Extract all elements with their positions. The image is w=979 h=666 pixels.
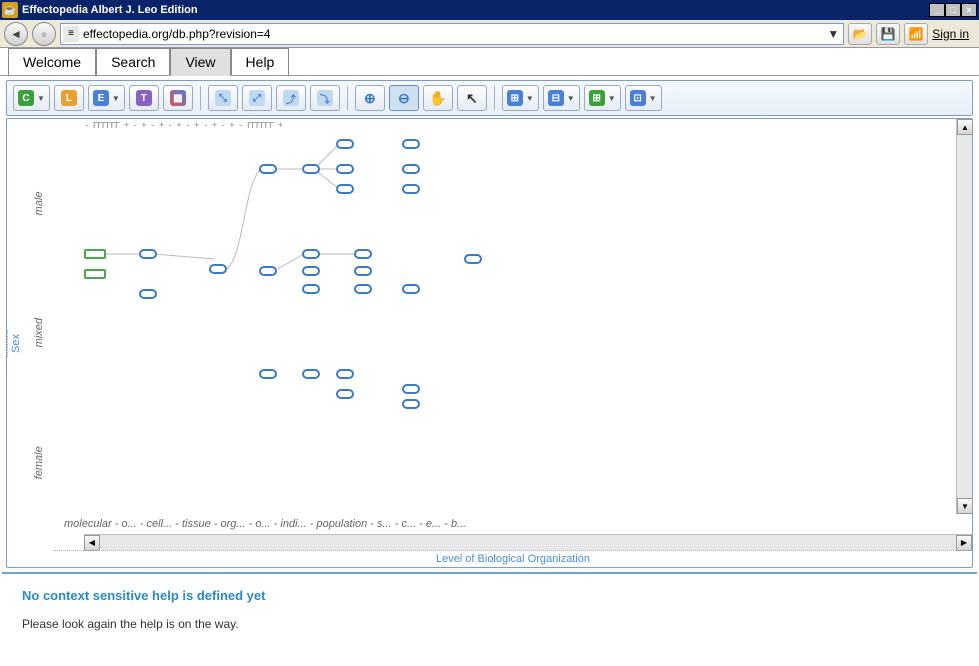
- forward-button[interactable]: ●: [32, 22, 56, 46]
- tool-e-button[interactable]: E▼: [88, 85, 125, 111]
- save-button[interactable]: 💾: [876, 23, 900, 45]
- diagram-node[interactable]: [464, 254, 482, 264]
- layout3-button[interactable]: ⊞▼: [584, 85, 621, 111]
- tool-t-button[interactable]: T: [129, 85, 159, 111]
- tool-c-button[interactable]: C▼: [13, 85, 50, 111]
- back-button[interactable]: ◄: [4, 22, 28, 46]
- window-title: Effectopedia Albert J. Leo Edition: [22, 4, 198, 16]
- diagram-node[interactable]: [259, 164, 277, 174]
- cursor-button[interactable]: ↖: [457, 85, 487, 111]
- tool-expand1-button[interactable]: ⤡: [208, 85, 238, 111]
- layout4-button[interactable]: ⊡▼: [625, 85, 662, 111]
- main-tabs: Welcome Search View Help: [0, 48, 979, 76]
- y-axis-ticks: male mixed female: [24, 119, 54, 567]
- diagram-node[interactable]: [402, 184, 420, 194]
- scroll-up-button[interactable]: ▲: [957, 119, 973, 135]
- diagram-node[interactable]: [259, 369, 277, 379]
- zoom-in-button[interactable]: ⊕: [355, 85, 385, 111]
- maximize-button[interactable]: □: [945, 3, 961, 17]
- diagram-node[interactable]: [259, 266, 277, 276]
- page-icon: ≡: [63, 26, 79, 42]
- scroll-right-button[interactable]: ▶: [956, 535, 972, 551]
- diagram-node[interactable]: [302, 249, 320, 259]
- scroll-down-button[interactable]: ▼: [957, 498, 973, 514]
- tool-l-button[interactable]: L: [54, 85, 84, 111]
- diagram-node[interactable]: [336, 389, 354, 399]
- ytick-female: female: [26, 398, 52, 527]
- tab-search[interactable]: Search: [96, 48, 170, 75]
- tool-expand4-button[interactable]: ⤵: [310, 85, 340, 111]
- diagram-node[interactable]: [139, 289, 157, 299]
- tool-expand3-button[interactable]: ⤴: [276, 85, 306, 111]
- layout1-button[interactable]: ⊞▼: [502, 85, 539, 111]
- diagram-node[interactable]: [402, 164, 420, 174]
- diagram-canvas[interactable]: - ГГГГГГ + - + - + - + - + - + - + - ГГГ…: [54, 119, 956, 514]
- app-icon: ☕: [2, 2, 18, 18]
- url-input[interactable]: [83, 27, 825, 41]
- tool-grid-button[interactable]: ▦: [163, 85, 193, 111]
- ytick-mixed: mixed: [26, 268, 52, 397]
- zoom-out-button[interactable]: ⊖: [389, 85, 419, 111]
- view-toolbar: C▼ L E▼ T ▦ ⤡ ⤢ ⤴ ⤵ ⊕ ⊖ ✋ ↖ ⊞▼ ⊟▼ ⊞▼ ⊡▼: [6, 80, 973, 116]
- tab-welcome[interactable]: Welcome: [8, 48, 96, 75]
- diagram-node[interactable]: [302, 266, 320, 276]
- minimize-button[interactable]: _: [929, 3, 945, 17]
- diagram-node[interactable]: [139, 249, 157, 259]
- url-field-wrap: ≡ ▼: [60, 23, 844, 45]
- diagram-node[interactable]: [354, 284, 372, 294]
- help-panel: No context sensitive help is defined yet…: [2, 572, 977, 664]
- diagram-node[interactable]: [336, 139, 354, 149]
- address-bar: ◄ ● ≡ ▼ 📂 💾 📶 Sign in: [0, 20, 979, 48]
- diagram-workspace: Sex male mixed female - ГГГГГГ + - + - +…: [6, 118, 973, 568]
- x-axis-label: Level of Biological Organization: [54, 550, 972, 567]
- diagram-node[interactable]: [84, 249, 106, 259]
- horizontal-scrollbar[interactable]: ◀ ▶: [84, 534, 972, 550]
- diagram-node[interactable]: [336, 164, 354, 174]
- top-ruler: - ГГГГГГ + - + - + - + - + - + - + - ГГГ…: [54, 121, 940, 133]
- y-axis-label: Sex: [7, 330, 24, 357]
- tab-help[interactable]: Help: [231, 48, 290, 75]
- layout2-button[interactable]: ⊟▼: [543, 85, 580, 111]
- diagram-node[interactable]: [302, 284, 320, 294]
- x-axis-ticks: molecular - o... - cell... - tissue - or…: [54, 514, 972, 534]
- diagram-node[interactable]: [402, 284, 420, 294]
- diagram-node[interactable]: [354, 266, 372, 276]
- window-titlebar: ☕ Effectopedia Albert J. Leo Edition _ □…: [0, 0, 979, 20]
- help-text: Please look again the help is on the way…: [22, 617, 957, 631]
- tab-view[interactable]: View: [170, 48, 230, 76]
- diagram-node[interactable]: [354, 249, 372, 259]
- diagram-node[interactable]: [336, 369, 354, 379]
- broadcast-button[interactable]: 📶: [904, 23, 928, 45]
- open-folder-button[interactable]: 📂: [848, 23, 872, 45]
- signin-link[interactable]: Sign in: [932, 27, 969, 41]
- help-title: No context sensitive help is defined yet: [22, 588, 957, 603]
- close-button[interactable]: ×: [961, 3, 977, 17]
- vertical-scrollbar[interactable]: ▲ ▼: [956, 119, 972, 514]
- diagram-node[interactable]: [402, 384, 420, 394]
- ytick-male: male: [26, 139, 52, 268]
- pan-button[interactable]: ✋: [423, 85, 453, 111]
- scroll-left-button[interactable]: ◀: [84, 535, 100, 551]
- diagram-node[interactable]: [336, 184, 354, 194]
- diagram-node[interactable]: [302, 164, 320, 174]
- diagram-node[interactable]: [302, 369, 320, 379]
- diagram-node[interactable]: [84, 269, 106, 279]
- url-dropdown[interactable]: ▼: [825, 27, 841, 41]
- tool-expand2-button[interactable]: ⤢: [242, 85, 272, 111]
- diagram-node[interactable]: [402, 139, 420, 149]
- diagram-node[interactable]: [209, 264, 227, 274]
- diagram-node[interactable]: [402, 399, 420, 409]
